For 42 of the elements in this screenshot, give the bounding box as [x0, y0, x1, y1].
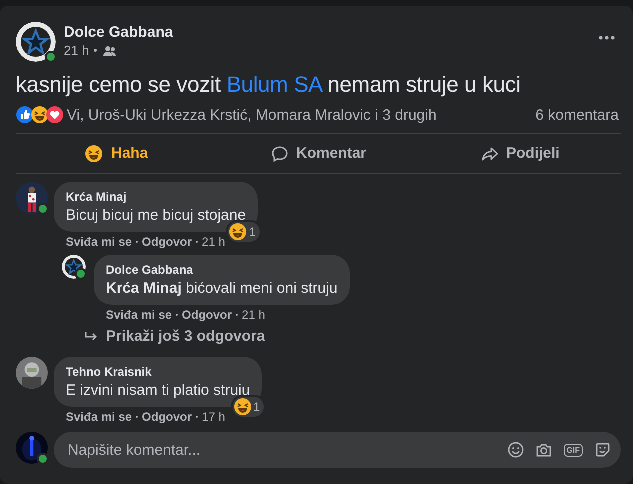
- laughing-emoji-icon: [85, 144, 104, 162]
- gif-icon[interactable]: GIF: [564, 444, 583, 456]
- comment-time[interactable]: 21 h: [202, 235, 226, 249]
- more-replies-link[interactable]: Prikaži još 3 odgovora: [84, 328, 621, 345]
- mention-link[interactable]: Bulum SA: [226, 72, 322, 97]
- comment-count[interactable]: 6 komentara: [536, 106, 619, 124]
- comment-text: E izvini nisam ti platio struju: [66, 382, 250, 399]
- post-text: kasnije cemo se vozit Bulum SA nemam struje u kuci: [16, 72, 522, 98]
- comment-text: Bicuj bicuj me bicuj stojane: [66, 207, 246, 224]
- more-options-icon: [599, 36, 615, 40]
- reaction-count[interactable]: 1: [228, 222, 260, 242]
- like-link[interactable]: Sviđa mi se: [66, 410, 132, 424]
- sticker-icon: [595, 442, 611, 458]
- commenter-name[interactable]: Krća Minaj: [66, 190, 246, 204]
- laughing-emoji-icon: [234, 398, 252, 416]
- camera-icon: [536, 442, 552, 458]
- reply-link[interactable]: Odgovor: [142, 410, 192, 424]
- smiley-icon: [508, 442, 524, 458]
- commenter-name[interactable]: Tehno Kraisnik: [66, 365, 250, 379]
- reply-link[interactable]: Odgovor: [142, 235, 192, 249]
- laughing-emoji-icon: [31, 106, 49, 124]
- heart-reaction-icon: [46, 106, 64, 124]
- reaction-count[interactable]: 1: [232, 397, 264, 417]
- reply-arrow-icon: [84, 330, 98, 342]
- reply-link[interactable]: Odgovor: [182, 308, 232, 322]
- like-link[interactable]: Sviđa mi se: [66, 235, 132, 249]
- post-time[interactable]: 21 h: [64, 43, 90, 58]
- reactions-summary[interactable]: Vi, Uroš-Uki Urkezza Krstić, Momara Mralovic i 3 drugih: [67, 106, 536, 124]
- commenter-name[interactable]: Dolce Gabbana: [106, 263, 338, 277]
- group-icon: [102, 44, 116, 56]
- author-name[interactable]: Dolce Gabbana: [64, 24, 591, 41]
- like-reaction-icon: [16, 106, 34, 124]
- comment-text: Krća Minaj bićovali meni oni struju: [106, 280, 338, 297]
- comment-time[interactable]: 17 h: [202, 410, 226, 424]
- comment-button[interactable]: Komentar: [218, 134, 420, 173]
- comment-input-field[interactable]: Napišite komentar... GIF: [54, 432, 621, 468]
- haha-button[interactable]: Haha: [16, 134, 218, 173]
- like-link[interactable]: Sviđa mi se: [106, 308, 172, 322]
- share-button[interactable]: Podijeli: [419, 134, 622, 173]
- comment-time[interactable]: 21 h: [242, 308, 266, 322]
- laughing-emoji-icon: [229, 223, 248, 241]
- speech-bubble-icon: [270, 144, 288, 162]
